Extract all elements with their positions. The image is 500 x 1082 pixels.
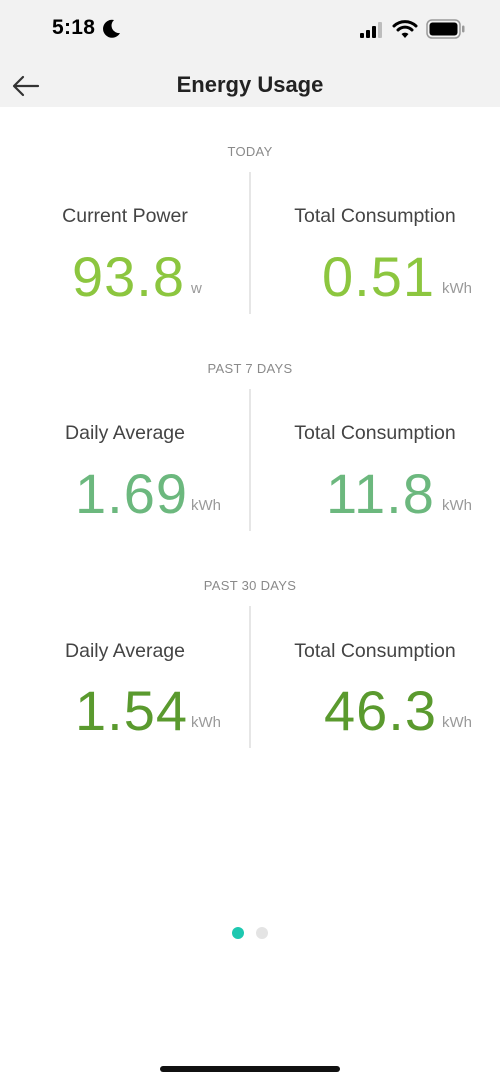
status-time: 5:18 xyxy=(52,16,96,39)
30day-total-consumption-title: Total Consumption xyxy=(294,640,456,662)
moon-icon xyxy=(103,19,120,38)
divider xyxy=(249,606,251,748)
section-label: PAST 7 DAYS xyxy=(207,361,293,376)
cellular-signal-icon xyxy=(360,22,382,38)
today-total-consumption-unit: kWh xyxy=(442,280,472,297)
7day-total-consumption-title: Total Consumption xyxy=(294,422,456,444)
divider xyxy=(249,172,251,314)
page-dot-active[interactable] xyxy=(232,927,244,939)
today-total-consumption-value: 0.51 xyxy=(322,245,435,308)
current-power-title: Current Power xyxy=(62,205,188,227)
7day-daily-average-value: 1.69 xyxy=(75,462,188,525)
30day-total-consumption-unit: kWh xyxy=(442,714,472,731)
battery-icon xyxy=(426,19,465,39)
30day-daily-average-value: 1.54 xyxy=(75,679,188,742)
section-label: TODAY xyxy=(227,144,273,159)
page-title: Energy Usage xyxy=(176,72,324,97)
7day-total-consumption-unit: kWh xyxy=(442,497,472,514)
home-indicator[interactable] xyxy=(160,1066,340,1072)
30day-daily-average-unit: kWh xyxy=(191,714,221,731)
30day-total-consumption-value: 46.3 xyxy=(324,679,437,742)
page-dot-inactive[interactable] xyxy=(256,927,268,939)
30day-daily-average-title: Daily Average xyxy=(65,640,185,662)
7day-total-consumption-value: 11.8 xyxy=(326,462,435,525)
section-label: PAST 30 DAYS xyxy=(203,578,297,593)
7day-daily-average-unit: kWh xyxy=(191,497,221,514)
top-bar: 5:18 Energy Usage xyxy=(0,0,500,107)
current-power-unit: w xyxy=(191,280,202,297)
today-total-consumption-title: Total Consumption xyxy=(294,205,456,227)
wifi-icon xyxy=(392,20,418,38)
current-power-value: 93.8 xyxy=(72,245,185,308)
7day-daily-average-title: Daily Average xyxy=(65,422,185,444)
divider xyxy=(249,389,251,531)
